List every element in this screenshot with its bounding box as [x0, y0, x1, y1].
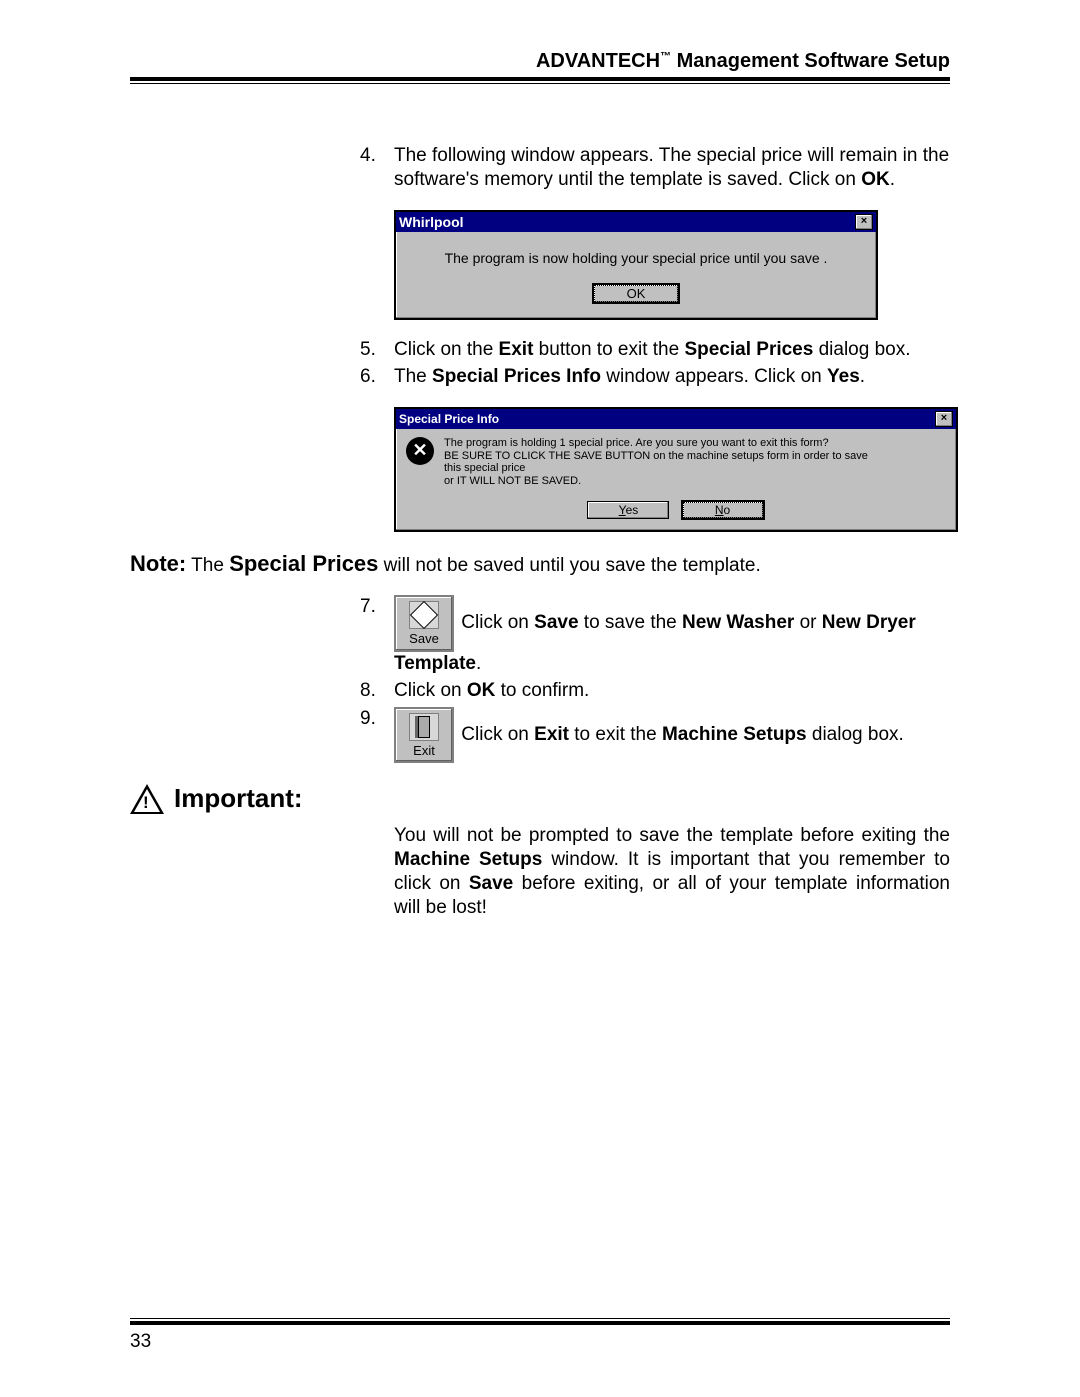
dialog-titlebar: Whirlpool ×: [396, 212, 876, 232]
header-rule-thin: [130, 83, 950, 84]
header-rule-thick: [130, 77, 950, 81]
page-number: 33: [130, 1331, 151, 1353]
ok-button[interactable]: OK: [592, 283, 680, 304]
step-number: 4.: [360, 144, 394, 192]
step-number: 5.: [360, 338, 394, 362]
no-button[interactable]: No: [681, 500, 765, 520]
note-block: Note: The Special Prices will not be sav…: [130, 550, 950, 578]
close-icon[interactable]: ×: [855, 214, 873, 230]
error-icon: ✕: [406, 437, 434, 465]
step-number: 9.: [360, 707, 394, 763]
step-body: The following window appears. The specia…: [394, 144, 950, 192]
important-label: Important:: [174, 783, 303, 814]
save-icon: [409, 601, 439, 629]
save-toolbar-button[interactable]: Save: [394, 595, 454, 651]
step-number: 7.: [360, 595, 394, 675]
exit-toolbar-button[interactable]: Exit: [394, 707, 454, 763]
whirlpool-dialog: Whirlpool × The program is now holding y…: [394, 210, 878, 320]
step-number: 8.: [360, 679, 394, 703]
dialog-title: Special Price Info: [399, 412, 935, 426]
page-header: ADVANTECH™ Management Software Setup: [130, 50, 950, 73]
step-7: 7. Save Click on Save to save the New Wa…: [360, 595, 950, 675]
important-heading: ! Important:: [360, 783, 950, 814]
yes-button[interactable]: Yes: [587, 501, 669, 519]
step-body: Exit Click on Exit to exit the Machine S…: [394, 707, 950, 763]
note-label: Note:: [130, 551, 186, 576]
footer-rule-thin: [130, 1318, 950, 1319]
exit-icon: [409, 713, 439, 741]
dialog-message: The program is now holding your special …: [396, 232, 876, 276]
step-5: 5. Click on the Exit button to exit the …: [360, 338, 950, 362]
step-body: The Special Prices Info window appears. …: [394, 365, 950, 389]
dialog-message: The program is holding 1 special price. …: [444, 437, 868, 488]
header-brand: ADVANTECH: [536, 50, 660, 72]
step-body: Save Click on Save to save the New Washe…: [394, 595, 950, 675]
step-number: 6.: [360, 365, 394, 389]
warning-icon: !: [130, 784, 164, 814]
step-body: Click on the Exit button to exit the Spe…: [394, 338, 950, 362]
dialog-titlebar: Special Price Info ×: [396, 409, 956, 429]
special-price-info-dialog: Special Price Info × ✕ The program is ho…: [394, 407, 958, 532]
step-4: 4. The following window appears. The spe…: [360, 144, 950, 192]
step-8: 8. Click on OK to confirm.: [360, 679, 950, 703]
close-icon[interactable]: ×: [935, 411, 953, 427]
header-tm: ™: [660, 50, 671, 62]
step-9: 9. Exit Click on Exit to exit the Machin…: [360, 707, 950, 763]
dialog-title: Whirlpool: [399, 214, 855, 230]
important-text: You will not be prompted to save the tem…: [394, 824, 950, 919]
step-6: 6. The Special Prices Info window appear…: [360, 365, 950, 389]
header-tail: Management Software Setup: [671, 50, 950, 72]
footer-rule-thick: [130, 1321, 950, 1325]
step-body: Click on OK to confirm.: [394, 679, 950, 703]
